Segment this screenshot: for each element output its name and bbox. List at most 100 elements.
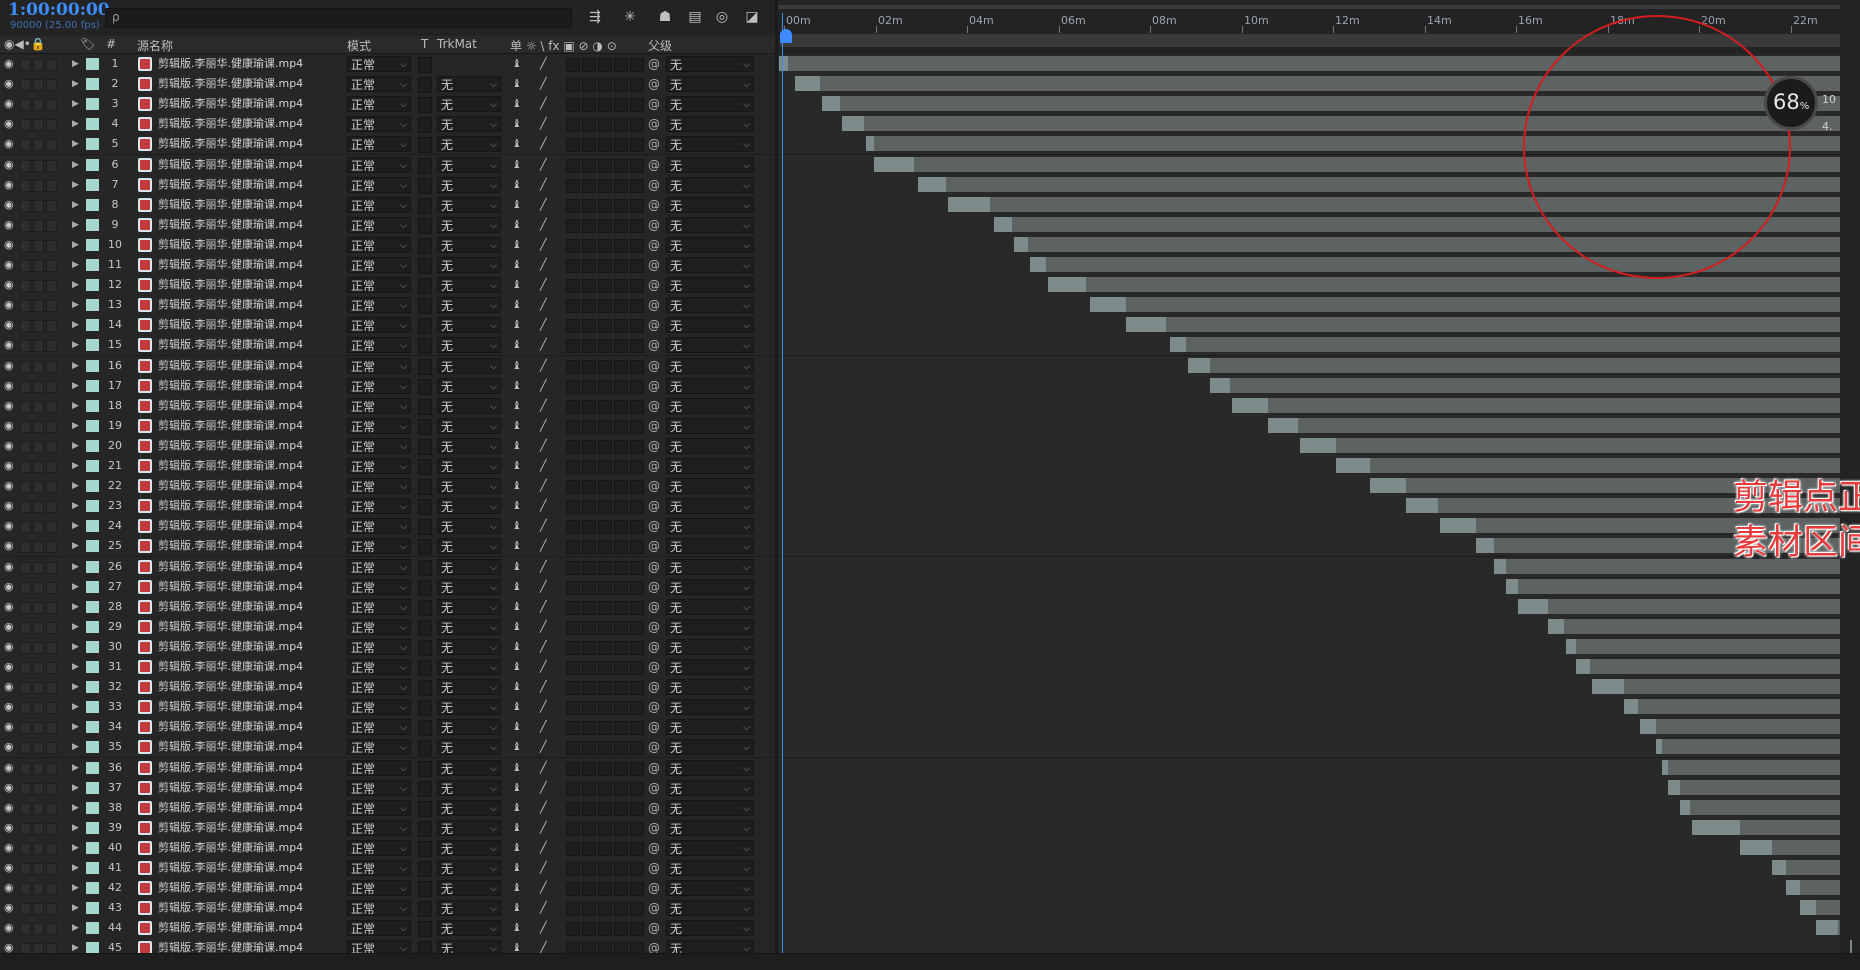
visibility-eye-icon[interactable]: ◉	[4, 697, 14, 717]
layer-switch-box[interactable]	[614, 922, 628, 936]
layer-switch-box[interactable]	[566, 199, 580, 213]
parent-pickwhip-icon[interactable]: @	[648, 315, 660, 335]
solo-switch[interactable]	[33, 139, 44, 151]
layer-switch-box[interactable]	[598, 339, 612, 353]
expand-triangle-icon[interactable]: ▶	[72, 778, 79, 798]
layer-source-name[interactable]: 剪辑版.李丽华.健康瑜课.mp4	[158, 175, 303, 195]
lock-switch[interactable]	[46, 803, 57, 815]
lock-switch[interactable]	[46, 843, 57, 855]
layer-switch-box[interactable]	[614, 782, 628, 796]
quality-switch-icon[interactable]: ╱	[540, 657, 547, 677]
lock-switch[interactable]	[46, 823, 57, 835]
layer-switch-box[interactable]	[614, 259, 628, 273]
parent-pickwhip-icon[interactable]: @	[648, 577, 660, 597]
label-color[interactable]	[86, 520, 99, 532]
layer-switch-box[interactable]	[566, 98, 580, 112]
layer-switch-box[interactable]	[582, 159, 596, 173]
layer-switch-box[interactable]	[566, 219, 580, 233]
preserve-transparency-toggle[interactable]	[418, 218, 432, 234]
solo-switch[interactable]	[33, 481, 44, 493]
parent-select[interactable]: 无 ⌵	[666, 498, 754, 514]
label-color[interactable]	[86, 882, 99, 894]
preserve-transparency-toggle[interactable]	[418, 600, 432, 616]
graph-editor-icon[interactable]: ◪	[742, 7, 762, 27]
visibility-eye-icon[interactable]: ◉	[4, 215, 14, 235]
layer-switch-box[interactable]	[566, 661, 580, 675]
parent-pickwhip-icon[interactable]: @	[648, 215, 660, 235]
expand-triangle-icon[interactable]: ▶	[72, 617, 79, 637]
label-color[interactable]	[86, 681, 99, 693]
layer-switch-box[interactable]	[630, 179, 644, 193]
shy-switch-icon[interactable]: ♝	[512, 536, 522, 556]
layer-switch-box[interactable]	[598, 822, 612, 836]
label-color[interactable]	[86, 78, 99, 90]
layer-switch-box[interactable]	[614, 802, 628, 816]
layer-row[interactable]: ◉ ▶ 12 剪辑版.李丽华.健康瑜课.mp4 正常 ⌵ 无 ⌵ ♝ ╱ @ 无 ⌵	[0, 275, 775, 296]
layer-switch-box[interactable]	[614, 319, 628, 333]
layer-switch-box[interactable]	[566, 621, 580, 635]
layer-switch-box[interactable]	[630, 902, 644, 916]
track-matte-select[interactable]: 无 ⌵	[437, 760, 501, 776]
parent-pickwhip-icon[interactable]: @	[648, 617, 660, 637]
layer-source-name[interactable]: 剪辑版.李丽华.健康瑜课.mp4	[158, 134, 303, 154]
layer-switch-box[interactable]	[566, 701, 580, 715]
track-matte-select[interactable]: 无 ⌵	[437, 116, 501, 132]
layer-in-out-segment[interactable]	[1816, 920, 1838, 935]
layer-switch-box[interactable]	[598, 460, 612, 474]
lock-switch[interactable]	[46, 240, 57, 252]
label-color[interactable]	[86, 922, 99, 934]
layer-switch-box[interactable]	[614, 540, 628, 554]
layer-switch-box[interactable]	[598, 741, 612, 755]
label-color[interactable]	[86, 480, 99, 492]
layer-in-out-segment[interactable]	[1668, 780, 1680, 795]
layer-source-name[interactable]: 剪辑版.李丽华.健康瑜课.mp4	[158, 215, 303, 235]
blend-mode-select[interactable]: 正常 ⌵	[347, 116, 411, 132]
blend-mode-select[interactable]: 正常 ⌵	[347, 237, 411, 253]
blend-mode-select[interactable]: 正常 ⌵	[347, 659, 411, 675]
visibility-eye-icon[interactable]: ◉	[4, 134, 14, 154]
layer-in-out-segment[interactable]	[1440, 518, 1476, 533]
parent-select[interactable]: 无 ⌵	[666, 679, 754, 695]
track-matte-select[interactable]: 无 ⌵	[437, 820, 501, 836]
track-matte-select[interactable]: 无 ⌵	[437, 257, 501, 273]
audio-switch[interactable]	[20, 160, 31, 172]
layer-duration-bar[interactable]	[1624, 699, 1840, 714]
audio-switch[interactable]	[20, 642, 31, 654]
layer-switch-box[interactable]	[598, 782, 612, 796]
layer-switch-box[interactable]	[566, 420, 580, 434]
layer-switch-box[interactable]	[614, 179, 628, 193]
solo-switch[interactable]	[33, 742, 44, 754]
parent-select[interactable]: 无 ⌵	[666, 317, 754, 333]
lock-switch[interactable]	[46, 340, 57, 352]
quality-switch-icon[interactable]: ╱	[540, 778, 547, 798]
layer-switch-box[interactable]	[582, 319, 596, 333]
expand-triangle-icon[interactable]: ▶	[72, 597, 79, 617]
layer-switch-box[interactable]	[566, 339, 580, 353]
track-matte-select[interactable]: 无 ⌵	[437, 518, 501, 534]
layer-switch-box[interactable]	[614, 58, 628, 72]
parent-select[interactable]: 无 ⌵	[666, 780, 754, 796]
audio-switch[interactable]	[20, 220, 31, 232]
track-matte-select[interactable]: 无 ⌵	[437, 76, 501, 92]
label-color[interactable]	[86, 500, 99, 512]
shy-switch-icon[interactable]: ♝	[512, 838, 522, 858]
layer-source-name[interactable]: 剪辑版.李丽华.健康瑜课.mp4	[158, 114, 303, 134]
lock-switch[interactable]	[46, 742, 57, 754]
layer-source-name[interactable]: 剪辑版.李丽华.健康瑜课.mp4	[158, 737, 303, 757]
preserve-transparency-toggle[interactable]	[418, 640, 432, 656]
layer-switch-box[interactable]	[566, 902, 580, 916]
audio-switch[interactable]	[20, 260, 31, 272]
layer-switch-box[interactable]	[582, 239, 596, 253]
quality-switch-icon[interactable]: ╱	[540, 195, 547, 215]
parent-pickwhip-icon[interactable]: @	[648, 798, 660, 818]
expand-triangle-icon[interactable]: ▶	[72, 737, 79, 757]
visibility-eye-icon[interactable]: ◉	[4, 798, 14, 818]
label-color[interactable]	[86, 721, 99, 733]
layer-switch-box[interactable]	[582, 299, 596, 313]
av-features-icon[interactable]: ◉◀•🔒	[4, 37, 46, 51]
layer-switch-box[interactable]	[614, 721, 628, 735]
preserve-transparency-toggle[interactable]	[418, 479, 432, 495]
layer-switch-box[interactable]	[630, 520, 644, 534]
shy-switch-icon[interactable]: ♝	[512, 717, 522, 737]
layer-switch-box[interactable]	[630, 460, 644, 474]
